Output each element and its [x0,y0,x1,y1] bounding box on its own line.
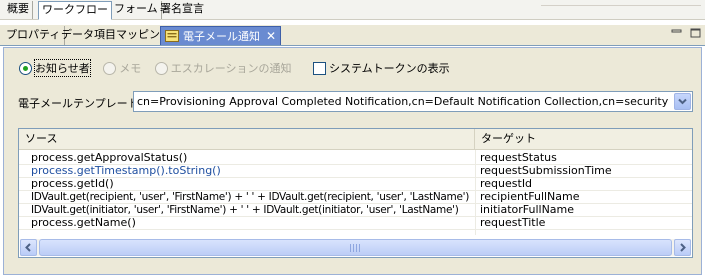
tab-data-item-mapping[interactable]: データ項目マッピング [57,26,176,45]
radio-notice[interactable] [19,61,32,75]
radio-memo-label: メモ [119,62,142,75]
source-cell: IDVault.get(initiator, 'user', 'FirstNam… [31,204,459,216]
divider [541,5,701,6]
target-cell: requestSubmissionTime [480,164,612,177]
notification-type-group: お知らせ者 メモ エスカレーションの通知 [19,59,302,78]
source-cell: IDVault.get(recipient, 'user', 'FirstNam… [31,191,470,203]
radio-notice-label[interactable]: お知らせ者 [34,59,91,77]
maximize-icon[interactable] [690,28,701,38]
close-icon[interactable]: ✕ [266,27,276,45]
email-template-select[interactable]: cn=Provisioning Approval Completed Notif… [133,91,693,112]
table-row[interactable]: IDVault.get(recipient, 'user', 'FirstNam… [19,191,692,204]
tab-email-notification[interactable]: 電子メール通知 ✕ [160,26,282,45]
chevron-down-icon [678,98,687,105]
system-token-toggle[interactable]: システムトークンの表示 [313,60,450,76]
tab-workflow[interactable]: ワークフロー [38,1,112,20]
tab-label: 署名宣言 [160,2,204,15]
tab-label: 概要 [7,2,29,15]
table-row[interactable]: process.getName() requestTitle [19,217,692,230]
source-cell: process.getTimestamp().toString() [31,164,221,177]
radio-escalation [154,61,168,75]
chevron-right-icon [680,243,686,252]
target-cell: initiatorFullName [480,203,575,216]
tab-label: 電子メール通知 [183,30,260,43]
source-cell: process.getName() [31,216,136,229]
tab-signature-declaration[interactable]: 署名宣言 [157,1,207,19]
tab-label: フォーム [114,2,158,15]
email-notification-panel: お知らせ者 メモ エスカレーションの通知 システムトークンの表示 電子メールテン… [3,47,702,275]
email-template-value: cn=Provisioning Approval Completed Notif… [137,95,669,108]
table-header: ソース ターゲット [19,129,692,150]
tab-form[interactable]: フォーム [111,1,162,19]
scroll-right-button[interactable] [674,239,691,256]
email-notification-icon [165,30,179,42]
horizontal-scrollbar[interactable] [20,239,691,256]
chevron-left-icon [25,243,31,252]
system-token-label: システムトークンの表示 [329,62,450,75]
tab-label: データ項目マッピング [61,28,171,41]
scrollbar-thumb[interactable] [39,239,672,256]
minimize-icon[interactable] [671,28,682,38]
target-cell: recipientFullName [480,190,580,203]
scroll-left-button[interactable] [20,239,37,256]
table-row[interactable]: process.getId() requestId [19,178,692,191]
table-row[interactable]: process.getTimestamp().toString() reques… [19,165,692,178]
tab-overview[interactable]: 概要 [4,1,33,19]
radio-memo [103,61,117,75]
dropdown-button[interactable] [674,93,691,110]
grip-icon [350,244,360,252]
target-cell: requestTitle [480,216,546,229]
tab-properties[interactable]: プロパティ [2,26,66,45]
column-divider [475,150,476,235]
target-cell: requestStatus [480,151,557,164]
tab-label: ワークフロー [42,3,108,16]
email-template-label: 電子メールテンプレート [18,97,139,110]
radio-escalation-label: エスカレーションの通知 [170,62,292,75]
source-cell: process.getId() [31,177,114,190]
editor-tab-strip: 概要 ワークフロー フォーム 署名宣言 [0,0,705,20]
source-cell: process.getApprovalStatus() [31,151,188,164]
tab-label: プロパティ [6,28,61,41]
target-cell: requestId [480,177,533,190]
view-tab-strip: プロパティ データ項目マッピング 電子メール通知 ✕ [0,25,705,46]
mapping-table: ソース ターゲット process.getApprovalStatus() re… [18,128,693,258]
column-header-source[interactable]: ソース [19,129,475,149]
view-window-controls [666,28,702,42]
column-header-target[interactable]: ターゲット [475,129,692,149]
system-token-checkbox[interactable] [313,61,326,75]
